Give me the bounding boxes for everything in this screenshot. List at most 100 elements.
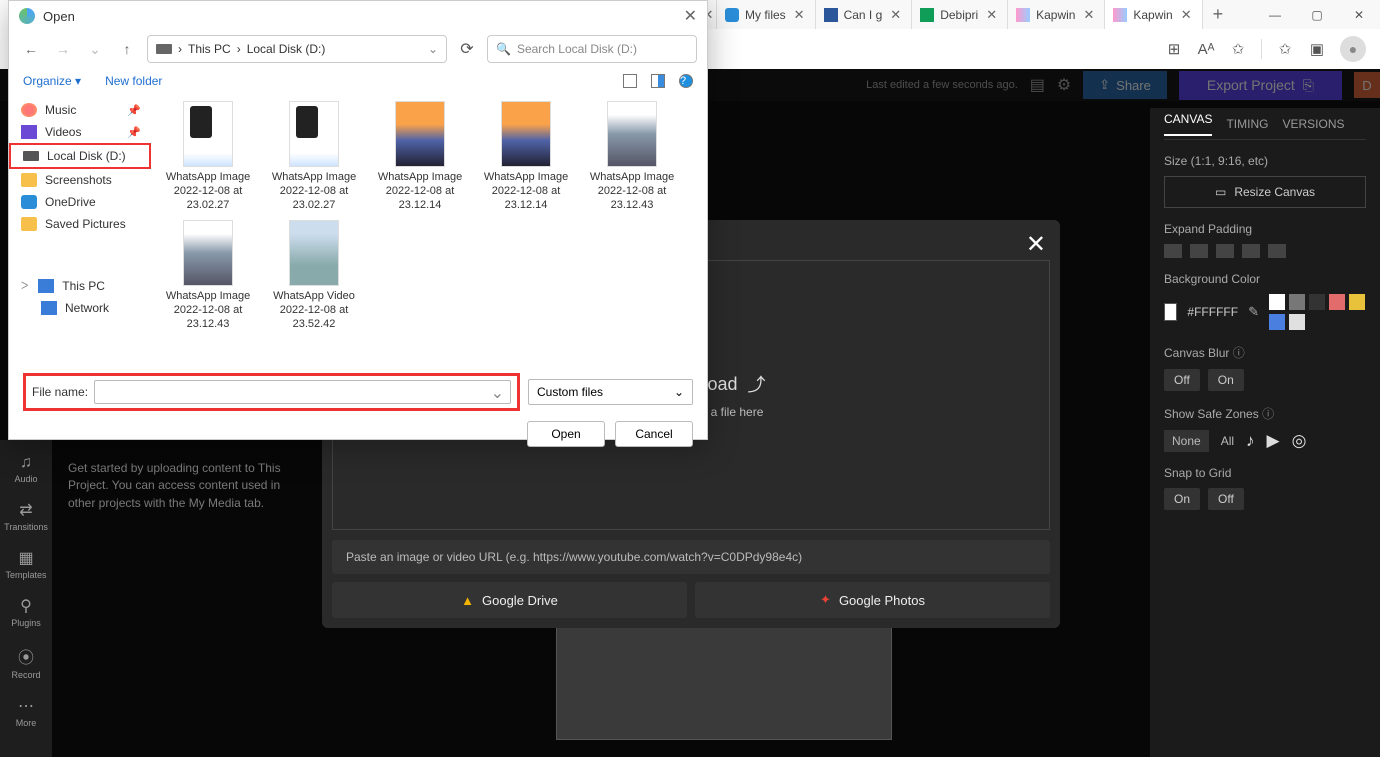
pc-icon [38,279,54,293]
nav-item-local-disk-d-[interactable]: Local Disk (D:) [9,143,151,169]
bg-swatch[interactable] [1164,303,1177,321]
file-name-input[interactable] [94,380,511,404]
tab-debipri[interactable]: Debipri ✕ [912,0,1008,29]
crumb-2[interactable]: Local Disk (D:) [247,42,326,56]
view-mode-button[interactable] [623,74,637,88]
search-input[interactable]: 🔍 Search Local Disk (D:) [487,35,697,63]
chevron-down-icon[interactable]: ⌄ [428,42,438,56]
gdrive-icon: ▲ [461,593,474,608]
color-swatch[interactable] [1269,314,1285,330]
nav-item-music[interactable]: Music📌 [9,99,151,121]
snap-on-button[interactable]: On [1164,488,1200,510]
pad-opt-4[interactable] [1242,244,1260,258]
eyedropper-icon[interactable]: ✎ [1248,304,1259,320]
pad-opt-5[interactable] [1268,244,1286,258]
tab-can-i-g[interactable]: Can I g ✕ [816,0,913,29]
nav-item-videos[interactable]: Videos📌 [9,121,151,143]
file-tile[interactable]: WhatsApp Image 2022-12-08 at 23.02.27 [265,101,363,212]
organize-button[interactable]: Organize ▾ [23,74,81,88]
breadcrumb-bar[interactable]: › This PC › Local Disk (D:) ⌄ [147,35,447,63]
file-tile[interactable]: WhatsApp Image 2022-12-08 at 23.12.43 [583,101,681,212]
tab-timing[interactable]: TIMING [1226,117,1268,131]
dialog-close-button[interactable]: ✕ [684,6,697,26]
instagram-icon[interactable]: ◎ [1292,431,1307,451]
color-swatch[interactable] [1269,294,1285,310]
close-window-button[interactable]: ✕ [1338,0,1380,29]
color-swatch[interactable] [1329,294,1345,310]
expander-icon[interactable]: ᐳ [21,281,28,292]
resize-canvas-button[interactable]: ▭ Resize Canvas [1164,176,1366,208]
tab-kapwing-1[interactable]: Kapwin ✕ [1008,0,1105,29]
crumb-sep: › [237,42,241,56]
youtube-icon[interactable]: ▶ [1267,431,1280,451]
tab-myfiles[interactable]: My files ✕ [717,0,816,29]
help-button[interactable]: ? [679,74,693,88]
color-swatch[interactable] [1309,294,1325,310]
minimize-button[interactable]: — [1254,0,1296,29]
blur-off-button[interactable]: Off [1164,369,1200,391]
sidebar-item-templates[interactable]: ▦Templates [5,548,46,580]
google-photos-button[interactable]: ✦ Google Photos [695,582,1050,618]
collections-icon[interactable]: ▣ [1308,40,1326,58]
nav-item-network[interactable]: Network [9,297,151,319]
close-icon[interactable]: ✕ [792,7,807,23]
google-drive-button[interactable]: ▲ Google Drive [332,582,687,618]
file-tile[interactable]: WhatsApp Video 2022-12-08 at 23.52.42 [265,220,363,331]
nav-up-button[interactable]: ↑ [115,41,139,57]
tab-kapwing-2[interactable]: Kapwin ✕ [1105,0,1202,29]
url-input[interactable]: Paste an image or video URL (e.g. https:… [332,540,1050,574]
nav-item-screenshots[interactable]: Screenshots [9,169,151,191]
nav-item-this-pc[interactable]: ᐳThis PC [9,275,151,297]
tiktok-icon[interactable]: ♪ [1246,431,1255,451]
tab-label: Kapwin [1036,8,1075,22]
file-type-select[interactable]: Custom files ⌄ [528,379,693,405]
favorites-bar-icon[interactable]: ✩ [1276,40,1294,58]
color-swatch[interactable] [1289,294,1305,310]
safe-all-button[interactable]: All [1221,434,1234,448]
profile-avatar[interactable]: ● [1340,36,1366,62]
app-launcher-icon[interactable]: ⊞ [1165,40,1183,58]
file-tile[interactable]: WhatsApp Image 2022-12-08 at 23.12.14 [371,101,469,212]
file-tile[interactable]: WhatsApp Image 2022-12-08 at 23.12.43 [159,220,257,331]
favorite-icon[interactable]: ✩ [1229,40,1247,58]
crumb-1[interactable]: This PC [188,42,231,56]
file-tile[interactable]: WhatsApp Image 2022-12-08 at 23.02.27 [159,101,257,212]
color-swatch[interactable] [1349,294,1365,310]
pad-opt-1[interactable] [1164,244,1182,258]
new-tab-button[interactable]: + [1203,0,1234,29]
snap-off-button[interactable]: Off [1208,488,1244,510]
preview-pane-button[interactable] [651,74,665,88]
sidebar-item-record[interactable]: ⦿Record [11,644,40,680]
tab-canvas[interactable]: CANVAS [1164,112,1212,136]
refresh-button[interactable]: ⟳ [455,39,479,59]
safe-none-button[interactable]: None [1164,430,1209,452]
nav-recent-button[interactable]: ⌄ [83,41,107,58]
nav-forward-button[interactable]: → [51,41,75,57]
onedrive-icon [725,8,739,22]
sidebar-item-more[interactable]: ⋯More [16,696,37,728]
sidebar-item-plugins[interactable]: ⚲Plugins [11,596,41,628]
sidebar-label: Record [11,670,40,680]
cancel-button[interactable]: Cancel [615,421,693,447]
file-tile[interactable]: WhatsApp Image 2022-12-08 at 23.12.14 [477,101,575,212]
open-button[interactable]: Open [527,421,605,447]
info-icon[interactable]: ⓘ [1233,346,1245,360]
new-folder-button[interactable]: New folder [105,74,162,88]
maximize-button[interactable]: ▢ [1296,0,1338,29]
info-icon[interactable]: ⓘ [1262,407,1274,421]
nav-back-button[interactable]: ← [19,41,43,57]
pad-opt-3[interactable] [1216,244,1234,258]
close-icon[interactable]: ✕ [1081,7,1096,23]
tab-versions[interactable]: VERSIONS [1282,117,1344,131]
nav-item-saved-pictures[interactable]: Saved Pictures [9,213,151,235]
close-icon[interactable]: ✕ [888,7,903,23]
close-modal-button[interactable]: ✕ [1026,230,1046,259]
pad-opt-2[interactable] [1190,244,1208,258]
nav-item-onedrive[interactable]: OneDrive [9,191,151,213]
sidebar-item-transitions[interactable]: ⇄Transitions [4,500,48,532]
close-icon[interactable]: ✕ [1179,7,1194,23]
read-aloud-icon[interactable]: Aᴬ [1197,40,1215,58]
color-swatch[interactable] [1289,314,1305,330]
close-icon[interactable]: ✕ [984,7,999,23]
blur-on-button[interactable]: On [1208,369,1244,391]
